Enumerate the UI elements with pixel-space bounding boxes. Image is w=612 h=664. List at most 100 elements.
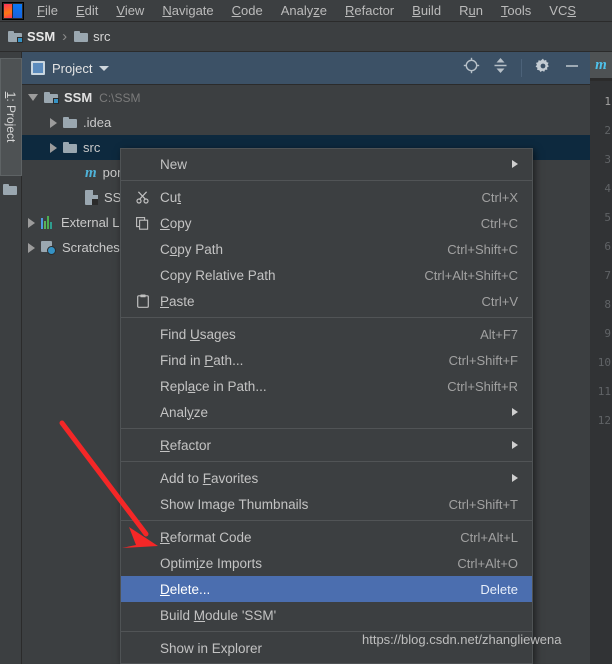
project-view-icon	[31, 61, 45, 75]
context-menu[interactable]: New Cut Ctrl+X Copy Ctrl+C Copy Path Ctrl+Shif…	[120, 148, 533, 664]
menu-item-new[interactable]: New	[121, 151, 532, 177]
menu-item-refactor[interactable]: Refactor	[121, 432, 532, 458]
menu-item-find-usages[interactable]: Find Usages Alt+F7	[121, 321, 532, 347]
locate-icon[interactable]	[463, 57, 480, 79]
watermark-text: https://blog.csdn.net/zhangliewena	[362, 632, 562, 647]
left-tool-window-strip: 1: Project	[0, 52, 22, 664]
menu-item-label: Replace in Path...	[160, 378, 267, 394]
menu-item-shortcut: Delete	[480, 581, 518, 597]
breadcrumb-item-src[interactable]: src	[74, 29, 111, 44]
menu-item-copy-relative-path[interactable]: Copy Relative Path Ctrl+Alt+Shift+C	[121, 262, 532, 288]
menu-item-add-to-favorites[interactable]: Add to Favorites	[121, 465, 532, 491]
folder-icon	[3, 184, 17, 195]
menu-item-label: New	[160, 156, 188, 172]
menu-item-shortcut: Ctrl+Shift+F	[448, 352, 518, 368]
clipboard-icon	[133, 294, 152, 308]
sidebar-item-project-tab[interactable]: 1: Project	[0, 58, 22, 176]
line-number: 3	[604, 153, 611, 166]
main-menu-bar: File Edit View Navigate Code Analyze Refactor B…	[0, 0, 612, 22]
menu-item-cut[interactable]: Cut Ctrl+X	[121, 184, 532, 210]
menu-item-shortcut: Ctrl+Alt+L	[460, 529, 518, 545]
tree-row-label: src	[83, 140, 101, 155]
menu-item-optimize-imports[interactable]: Optimize Imports Ctrl+Alt+O	[121, 550, 532, 576]
menu-item-label: Find Usages	[160, 326, 236, 342]
hide-panel-icon[interactable]	[564, 58, 580, 79]
intellij-idea-window: File Edit View Navigate Code Analyze Refactor B…	[0, 0, 612, 664]
menu-item-copy[interactable]: Copy Ctrl+C	[121, 210, 532, 236]
tree-row[interactable]: SSM C:\SSM	[22, 85, 590, 110]
menu-item-label: Copy	[160, 215, 192, 231]
submenu-arrow-icon	[512, 474, 518, 482]
menu-item-paste[interactable]: Paste Ctrl+V	[121, 288, 532, 314]
menu-item-label: Copy Path	[160, 241, 224, 257]
chevron-down-icon[interactable]	[99, 65, 110, 71]
editor-tab-label: m	[595, 56, 607, 73]
menu-item-shortcut: Ctrl+V	[481, 293, 518, 309]
menu-item-edit[interactable]: Edit	[67, 0, 107, 22]
menu-separator	[121, 461, 532, 462]
menu-item-navigate[interactable]: Navigate	[153, 0, 222, 22]
menu-items-container: File Edit View Navigate Code Analyze Refactor B…	[28, 0, 585, 22]
chevron-right-icon[interactable]	[50, 142, 57, 153]
tree-row-label: .idea	[83, 115, 112, 130]
project-panel-title-group[interactable]: Project	[22, 61, 463, 76]
iml-file-icon	[85, 190, 98, 205]
menu-item-file[interactable]: File	[28, 0, 67, 22]
line-number: 12	[597, 414, 611, 427]
menu-item-analyze[interactable]: Analyze	[272, 0, 336, 22]
breadcrumb: SSM › src	[0, 22, 612, 52]
tree-row-label: SSM	[64, 90, 93, 105]
menu-item-show-image-thumbnails[interactable]: Show Image Thumbnails Ctrl+Shift+T	[121, 491, 532, 517]
editor-tab-pom[interactable]: m	[590, 52, 612, 78]
chevron-down-icon[interactable]	[28, 94, 38, 101]
editor-gutter: 1 2 3 4 5 6 7 8 9 10 11 12	[590, 81, 612, 664]
chevron-right-icon[interactable]	[28, 217, 35, 228]
menu-item-run[interactable]: Run	[450, 0, 492, 22]
menu-item-label: Reformat Code	[160, 529, 252, 545]
toolbar-divider	[521, 59, 522, 77]
menu-item-replace-in-path[interactable]: Replace in Path... Ctrl+Shift+R	[121, 373, 532, 399]
folder-icon	[74, 31, 89, 42]
gear-icon[interactable]	[535, 58, 551, 79]
chevron-right-icon[interactable]	[50, 117, 57, 128]
maven-pom-icon: m	[85, 164, 97, 181]
menu-item-shortcut: Ctrl+Shift+R	[447, 378, 518, 394]
breadcrumb-project-label: SSM	[27, 29, 56, 44]
menu-item-label: Paste	[160, 293, 195, 309]
project-panel-header: Project	[22, 52, 590, 85]
menu-item-shortcut: Ctrl+Alt+Shift+C	[424, 267, 518, 283]
tree-row[interactable]: .idea	[22, 110, 590, 135]
module-icon	[8, 31, 23, 43]
breadcrumb-item-project[interactable]: SSM	[8, 29, 55, 44]
menu-item-shortcut: Ctrl+Shift+T	[448, 496, 518, 512]
tree-row-path: C:\SSM	[99, 90, 141, 105]
menu-item-view[interactable]: View	[107, 0, 153, 22]
menu-item-label: Analyze	[160, 404, 209, 420]
menu-item-refactor[interactable]: Refactor	[336, 0, 403, 22]
menu-item-build-module-ssm[interactable]: Build Module 'SSM'	[121, 602, 532, 628]
menu-item-delete[interactable]: Delete... Delete	[121, 576, 532, 602]
collapse-all-icon[interactable]	[493, 57, 508, 79]
menu-item-reformat-code[interactable]: Reformat Code Ctrl+Alt+L	[121, 524, 532, 550]
menu-item-shortcut: Alt+F7	[480, 326, 518, 342]
menu-item-build[interactable]: Build	[403, 0, 450, 22]
menu-item-label: Optimize Imports	[160, 555, 263, 571]
menu-item-copy-path[interactable]: Copy Path Ctrl+Shift+C	[121, 236, 532, 262]
scratches-icon	[41, 240, 56, 255]
copy-icon	[133, 216, 152, 230]
submenu-arrow-icon	[512, 160, 518, 168]
line-number: 5	[604, 211, 611, 224]
chevron-right-icon[interactable]	[28, 242, 35, 253]
menu-item-tools[interactable]: Tools	[492, 0, 540, 22]
menu-item-code[interactable]: Code	[223, 0, 272, 22]
menu-separator	[121, 317, 532, 318]
menu-item-analyze[interactable]: Analyze	[121, 399, 532, 425]
line-number: 6	[604, 240, 611, 253]
menu-item-label: Delete...	[160, 581, 211, 597]
menu-item-find-in-path[interactable]: Find in Path... Ctrl+Shift+F	[121, 347, 532, 373]
line-number: 7	[604, 269, 611, 282]
menu-item-label: Show Image Thumbnails	[160, 496, 309, 512]
line-number: 8	[604, 298, 611, 311]
project-panel-toolbar	[463, 57, 590, 79]
menu-item-vcs[interactable]: VCS	[540, 0, 585, 22]
